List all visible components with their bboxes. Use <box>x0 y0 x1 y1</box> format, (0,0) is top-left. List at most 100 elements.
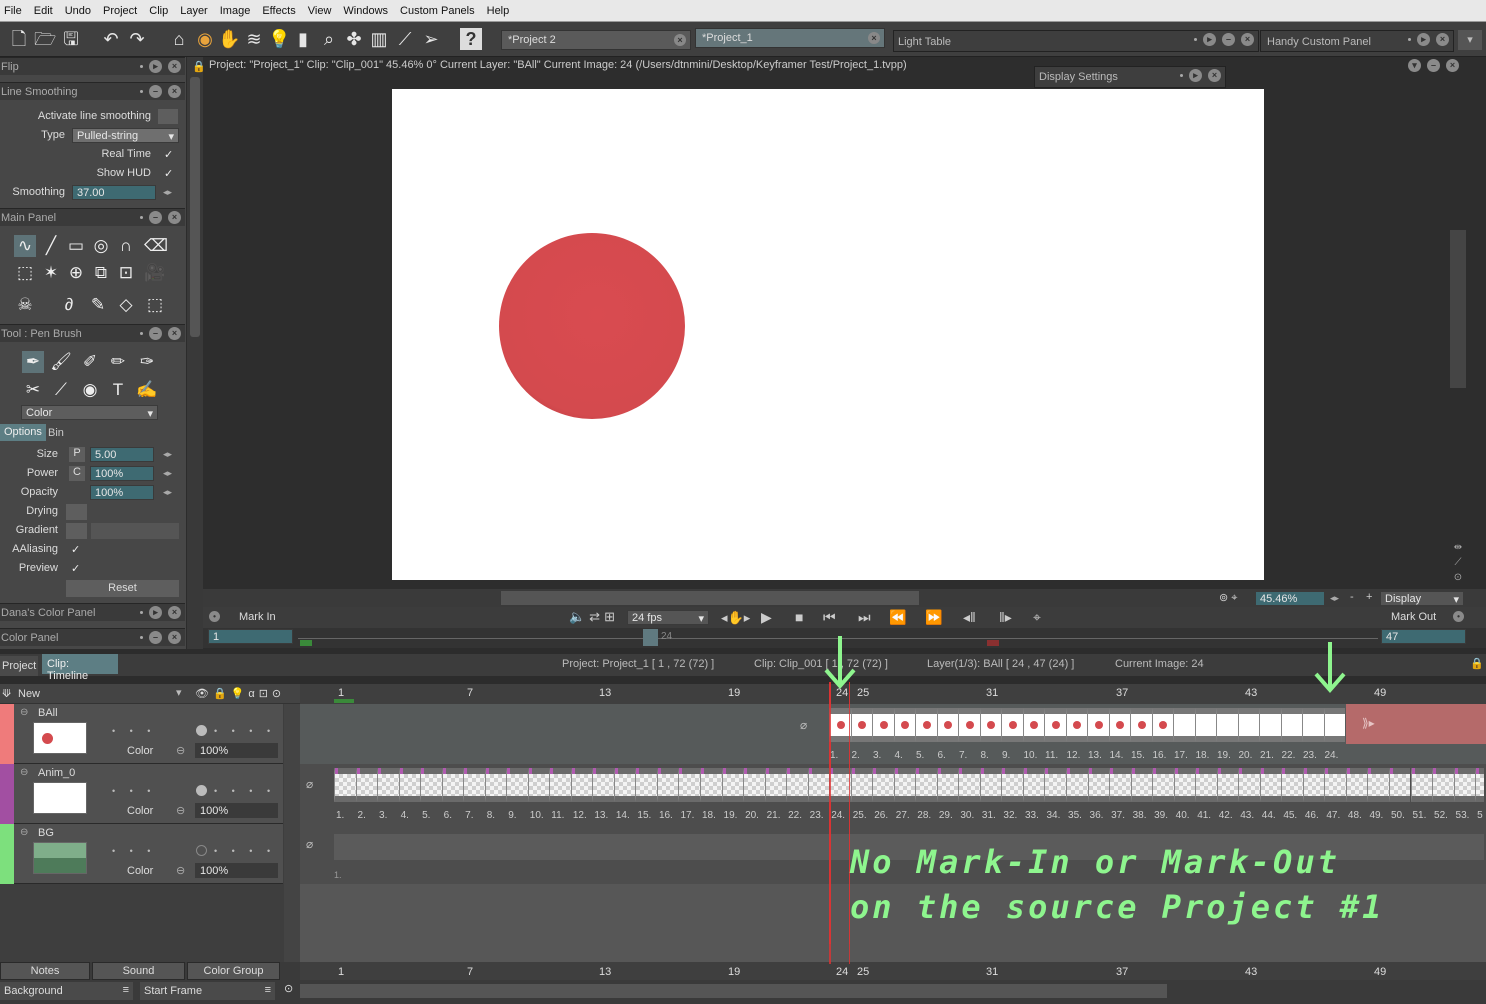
layer-row-bg[interactable]: ⊖ BG • • • • • • • Color ⊖ 100% <box>0 824 283 884</box>
anim-frame-cell[interactable] <box>958 768 980 802</box>
film-icon[interactable]: ▮ <box>292 28 314 50</box>
chevron-down-icon[interactable]: ▾ <box>1408 59 1421 72</box>
anim-frame-cell[interactable] <box>1044 768 1066 802</box>
crayon-icon[interactable]: ✑ <box>136 351 158 373</box>
minimize-icon[interactable]: – <box>149 631 162 644</box>
settings-icon[interactable]: • <box>1453 611 1464 622</box>
close-icon[interactable]: × <box>1446 59 1459 72</box>
layer-opacity-field[interactable]: 100% <box>195 863 278 878</box>
new-layer-label[interactable]: New <box>18 688 40 700</box>
anim-frame-cell[interactable] <box>936 768 959 802</box>
anim-frame-cell[interactable] <box>829 768 851 802</box>
ball-frame-cell[interactable] <box>1216 708 1238 742</box>
layer-toggles[interactable]: • • • <box>112 786 156 796</box>
settings-icon[interactable]: • <box>209 611 220 622</box>
layer-toggles[interactable]: • • • • <box>214 846 276 856</box>
ball-frame-cell[interactable] <box>1001 708 1023 742</box>
menu-item[interactable]: Image <box>220 5 251 17</box>
shuttle-icon[interactable]: ◂✋▸ <box>721 610 750 626</box>
anim-frame-cell[interactable] <box>377 768 399 802</box>
layer-visibility-toggle[interactable] <box>196 845 207 856</box>
selection-icon[interactable]: ⬚ <box>14 262 36 284</box>
handy-custom-panel[interactable]: Handy Custom Panel ▸ × <box>1260 30 1454 52</box>
layer-visibility-toggle[interactable] <box>196 785 207 796</box>
ball-frame-cell[interactable] <box>829 708 851 742</box>
expand-icon[interactable]: ▸ <box>1203 33 1216 46</box>
redo-icon[interactable]: ↷ <box>126 28 148 50</box>
marker-pin-icon[interactable]: ⌖ <box>1033 609 1041 626</box>
graph-icon[interactable]: ⟋ <box>394 28 416 50</box>
minimize-icon[interactable]: – <box>149 85 162 98</box>
mark-out-field[interactable]: 47 <box>1381 629 1466 644</box>
circle-icon[interactable]: ◎ <box>90 235 112 257</box>
lock-icon[interactable]: 🔒 <box>192 60 206 73</box>
anim-frame-cell[interactable] <box>1022 768 1045 802</box>
anim-frame-cell[interactable] <box>1216 768 1239 802</box>
tab-project-2[interactable]: *Project 2 × <box>501 30 691 50</box>
ball-frame-cell[interactable] <box>872 708 894 742</box>
anim-frame-cell[interactable] <box>850 768 873 802</box>
next-key-icon[interactable]: ‖▸ <box>999 609 1012 626</box>
anim-frame-cell[interactable] <box>1109 768 1131 802</box>
anim-frame-cell[interactable] <box>1453 768 1476 802</box>
color-group-button[interactable]: Color Group <box>187 962 280 980</box>
ball-frame-cell[interactable] <box>1130 708 1152 742</box>
audio-loop-icons[interactable]: 🔈⇄⊞ <box>569 609 619 625</box>
anim-frame-cell[interactable] <box>1259 768 1282 802</box>
background-select[interactable]: Background ≡ <box>0 982 133 1000</box>
size-field[interactable]: 5.00 <box>90 447 154 462</box>
frame-icon[interactable]: ⬚ <box>144 294 166 316</box>
main-panel-header[interactable]: Main Panel – × <box>0 208 185 226</box>
anim-frame-cell[interactable] <box>1324 768 1346 802</box>
tab-project-1[interactable]: *Project_1 × <box>695 28 885 48</box>
anim-frame-cell[interactable] <box>1066 768 1088 802</box>
anim-frame-cell[interactable] <box>1173 768 1196 802</box>
ball-frame-cell[interactable] <box>1065 708 1087 742</box>
clock-icon[interactable]: ⊙ <box>284 982 293 995</box>
layer-opacity-field[interactable]: 100% <box>195 803 278 818</box>
opacity-field[interactable]: 100% <box>90 485 154 500</box>
fill-icon[interactable]: ⊕ <box>65 262 87 284</box>
anim-frame-cell[interactable] <box>1345 768 1368 802</box>
anim-frame-cell[interactable] <box>979 768 1002 802</box>
preview-checkbox[interactable]: ✓ <box>71 562 80 575</box>
prev-key-icon[interactable]: ◂‖ <box>963 609 976 626</box>
anim-frame-cell[interactable] <box>1152 768 1174 802</box>
anim-frame-cell[interactable] <box>570 768 593 802</box>
collapse-icon[interactable]: ⊖ <box>20 707 28 718</box>
blend-icon[interactable]: ⊖ <box>176 804 185 817</box>
layer-toggles[interactable]: • • • • <box>214 726 276 736</box>
ball-frame-cell[interactable] <box>1280 708 1302 742</box>
anim-frame-cell[interactable] <box>656 768 679 802</box>
menu-item[interactable]: Windows <box>343 5 388 17</box>
save-icon[interactable]: 🖫 <box>60 28 82 50</box>
anim-frame-cell[interactable] <box>334 768 356 802</box>
anim-frame-cell[interactable] <box>1410 768 1433 802</box>
start-frame-select[interactable]: Start Frame ≡ <box>140 982 275 1000</box>
layer-toggles[interactable]: • • • <box>112 726 156 736</box>
layer-list-scrollbar[interactable] <box>284 704 300 962</box>
chevron-down-icon[interactable]: ▾ <box>1458 30 1482 50</box>
anim-frame-cell[interactable] <box>872 768 894 802</box>
warp-icon[interactable]: ∂ <box>58 294 80 316</box>
gradient-preview[interactable] <box>91 523 179 539</box>
color-panel-header[interactable]: Color Panel – × <box>0 628 185 646</box>
collapse-icon[interactable]: ⊖ <box>20 827 28 838</box>
stop-icon[interactable]: ■ <box>795 609 803 625</box>
close-icon[interactable]: × <box>1436 33 1449 46</box>
realtime-checkbox[interactable]: ✓ <box>164 148 173 161</box>
expand-icon[interactable]: ▸ <box>1417 33 1430 46</box>
minimize-icon[interactable]: – <box>149 327 162 340</box>
playhead-handle[interactable] <box>643 629 658 646</box>
new-layer-icon[interactable]: ⟱ <box>2 687 11 700</box>
anim-frame-cell[interactable] <box>764 768 787 802</box>
skull-icon[interactable]: ☠ <box>14 294 36 316</box>
zoom-in-button[interactable]: + <box>1366 591 1372 603</box>
ball-frame-cell[interactable] <box>958 708 980 742</box>
expand-icon[interactable]: ▸ <box>149 606 162 619</box>
step-forward-icon[interactable]: ⏩ <box>925 609 942 626</box>
collapse-icon[interactable]: ⊖ <box>20 767 28 778</box>
tab-bin[interactable]: Bin <box>48 427 64 439</box>
smoothing-field[interactable]: 37.00 <box>72 185 156 200</box>
type-select[interactable]: Pulled-string ▾ <box>72 128 179 143</box>
